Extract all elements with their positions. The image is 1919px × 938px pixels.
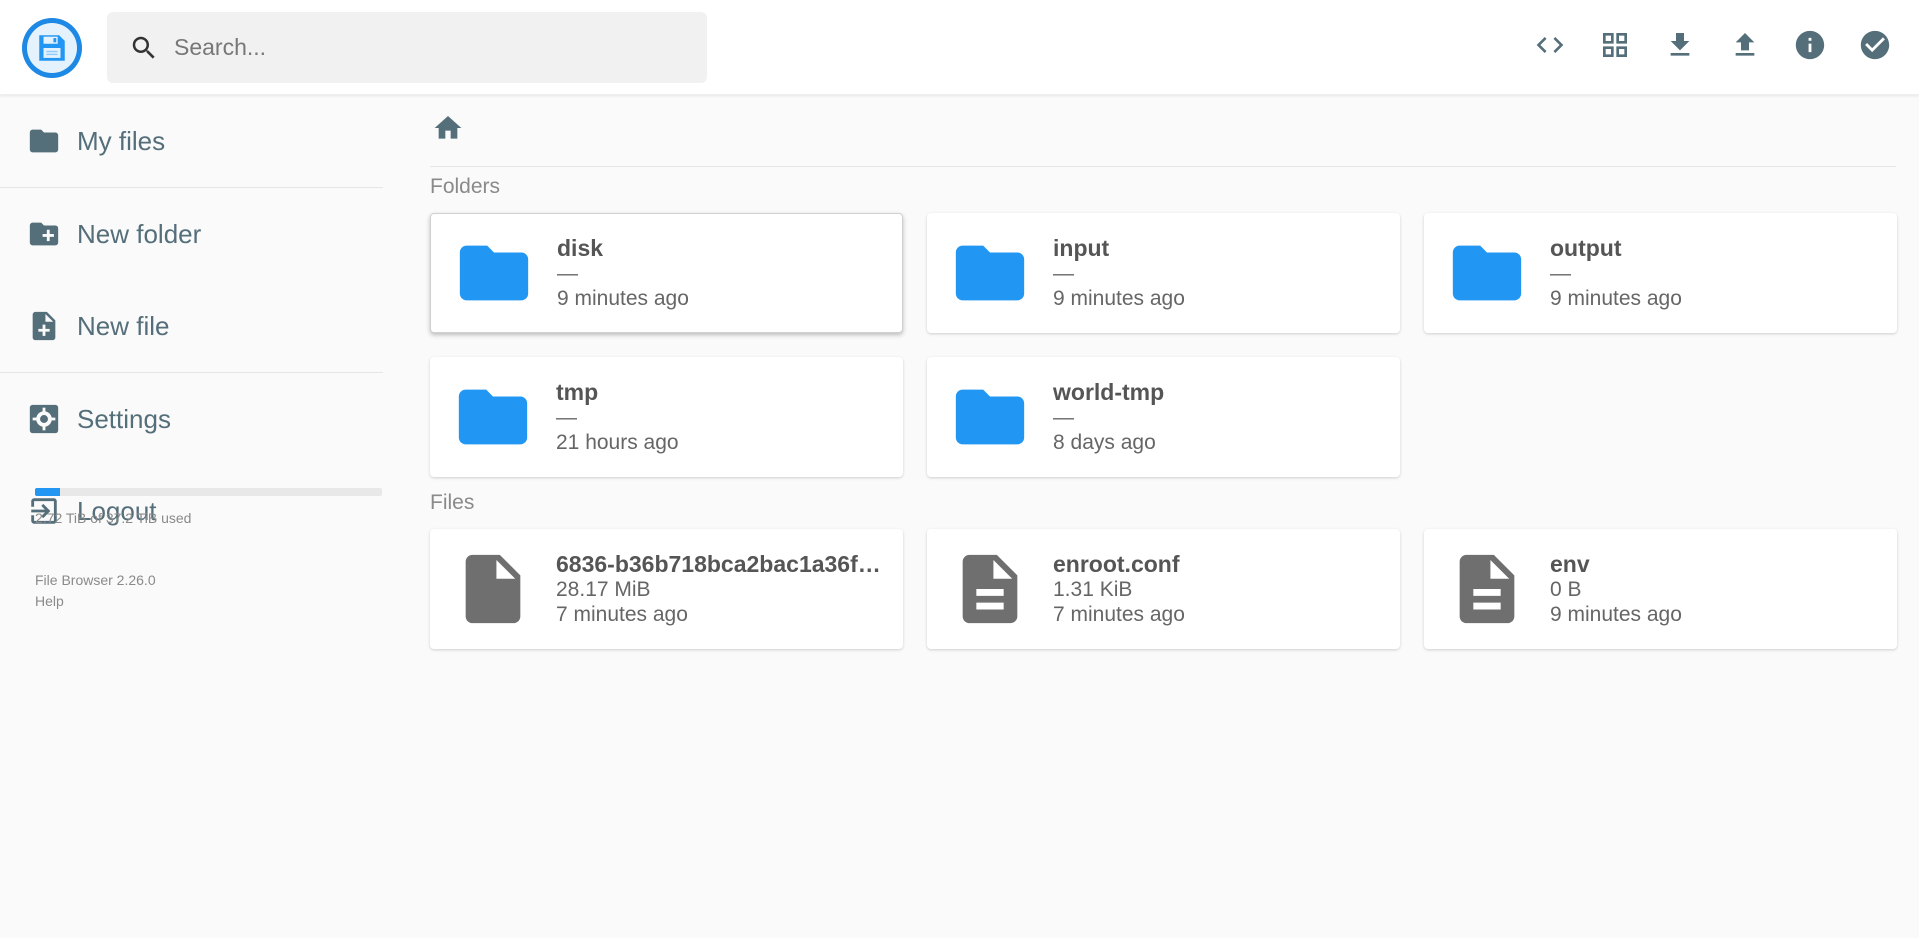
search-icon <box>128 32 160 64</box>
search-input[interactable] <box>174 34 674 61</box>
header <box>0 0 1919 95</box>
item-modified: 9 minutes ago <box>1550 602 1682 626</box>
create-new-folder-icon <box>27 217 61 251</box>
search-box[interactable] <box>107 12 707 83</box>
text-file-icon <box>1424 529 1550 649</box>
app-logo[interactable] <box>22 18 82 78</box>
header-actions <box>1526 22 1899 72</box>
folder-icon <box>430 357 556 477</box>
text-file-icon <box>927 529 1053 649</box>
folder-item[interactable]: disk — 9 minutes ago <box>430 213 903 333</box>
main-content: Folders disk — 9 minutes ago input — 9 m… <box>430 95 1897 649</box>
item-size: — <box>1053 405 1074 429</box>
code-view-icon <box>1534 29 1566 66</box>
folders-section-title: Folders <box>430 175 501 198</box>
sidebar-item-label: Settings <box>77 403 171 434</box>
settings-icon <box>27 402 61 436</box>
download-icon <box>1664 29 1696 66</box>
folder-item[interactable]: tmp — 21 hours ago <box>430 357 903 477</box>
item-size: 1.31 KiB <box>1053 577 1133 601</box>
code-view-button[interactable] <box>1526 22 1574 72</box>
folder-item[interactable]: output — 9 minutes ago <box>1424 213 1897 333</box>
item-modified: 9 minutes ago <box>557 286 689 310</box>
grid-view-button[interactable] <box>1591 22 1639 72</box>
folder-item[interactable]: world-tmp — 8 days ago <box>927 357 1400 477</box>
upload-icon <box>1729 29 1761 66</box>
sidebar-item-label: New file <box>77 310 170 341</box>
item-name: tmp <box>556 378 599 405</box>
usage-text: 2.72 TiB of 37.2 TiB used <box>35 510 192 526</box>
item-name: output <box>1550 234 1622 261</box>
folder-icon <box>1424 213 1550 333</box>
floppy-disk-icon <box>27 23 77 73</box>
item-name: 6836-b36b718bca2bac1a36f… <box>556 550 881 577</box>
item-size: — <box>1053 261 1074 285</box>
folder-icon <box>431 213 557 333</box>
item-modified: 21 hours ago <box>556 430 679 454</box>
folder-icon <box>27 124 61 158</box>
file-icon <box>430 529 556 649</box>
upload-button[interactable] <box>1721 22 1769 72</box>
item-name: world-tmp <box>1053 378 1165 405</box>
item-modified: 8 days ago <box>1053 430 1156 454</box>
note-add-icon <box>27 309 61 343</box>
check-circle-icon <box>1858 28 1892 67</box>
sidebar-item-label: My files <box>77 125 166 156</box>
file-item[interactable]: enroot.conf 1.31 KiB 7 minutes ago <box>927 529 1400 649</box>
sidebar-item-new-file[interactable]: New file <box>0 280 383 372</box>
file-item[interactable]: env 0 B 9 minutes ago <box>1424 529 1897 649</box>
folder-item[interactable]: input — 9 minutes ago <box>927 213 1400 333</box>
folder-icon <box>927 357 1053 477</box>
download-button[interactable] <box>1656 22 1704 72</box>
sidebar-item-settings[interactable]: Settings <box>0 373 383 465</box>
file-item[interactable]: 6836-b36b718bca2bac1a36f… 28.17 MiB 7 mi… <box>430 529 903 649</box>
files-grid: 6836-b36b718bca2bac1a36f… 28.17 MiB 7 mi… <box>430 529 1897 649</box>
folders-grid: disk — 9 minutes ago input — 9 minutes a… <box>430 213 1897 477</box>
item-size: 0 B <box>1550 577 1582 601</box>
storage-usage: 2.72 TiB of 37.2 TiB used <box>35 488 382 526</box>
usage-progress-fill <box>35 488 61 496</box>
sidebar-item-my-files[interactable]: My files <box>0 95 383 187</box>
usage-progress-bar <box>35 488 382 496</box>
item-modified: 9 minutes ago <box>1053 286 1185 310</box>
item-size: — <box>1550 261 1571 285</box>
version-link[interactable]: File Browser 2.26.0 <box>35 570 156 591</box>
breadcrumb <box>430 95 1896 167</box>
info-button[interactable] <box>1786 22 1834 72</box>
help-link[interactable]: Help <box>35 591 156 612</box>
home-icon[interactable] <box>432 112 464 149</box>
credits: File Browser 2.26.0 Help <box>35 570 156 612</box>
sidebar-item-label: New folder <box>77 218 202 249</box>
item-size: — <box>556 405 577 429</box>
item-name: input <box>1053 234 1110 261</box>
item-size: 28.17 MiB <box>556 577 651 601</box>
item-name: disk <box>557 234 604 261</box>
item-name: enroot.conf <box>1053 550 1180 577</box>
select-multiple-button[interactable] <box>1851 22 1899 72</box>
grid-view-icon <box>1599 29 1631 66</box>
folder-icon <box>927 213 1053 333</box>
info-icon <box>1793 28 1827 67</box>
sidebar-item-new-folder[interactable]: New folder <box>0 188 383 280</box>
item-name: env <box>1550 550 1590 577</box>
item-modified: 7 minutes ago <box>1053 602 1185 626</box>
item-modified: 9 minutes ago <box>1550 286 1682 310</box>
item-modified: 7 minutes ago <box>556 602 688 626</box>
item-size: — <box>557 261 578 285</box>
files-section-title: Files <box>430 491 475 514</box>
